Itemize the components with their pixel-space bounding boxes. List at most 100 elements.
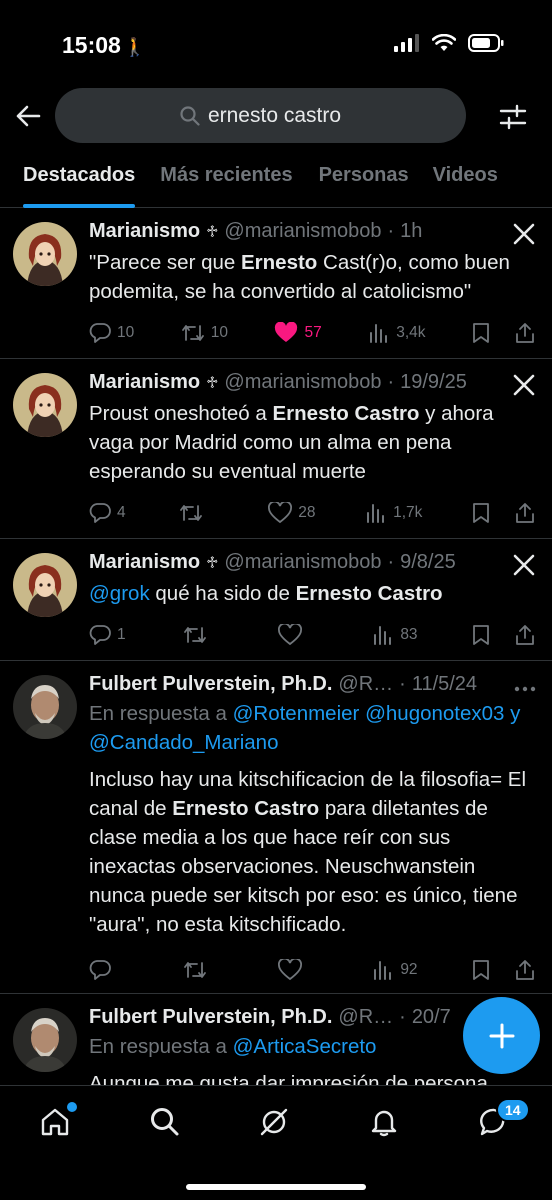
nav-notifications[interactable] [366,1104,402,1140]
sliders-icon [499,104,527,130]
repost-icon [184,627,207,643]
avatar[interactable] [13,373,77,437]
nav-home[interactable] [37,1102,77,1140]
search-header: ernesto castro [0,88,552,144]
home-indicator [186,1184,366,1190]
like-button[interactable] [277,624,318,646]
notification-dot [67,1102,77,1112]
reply-button[interactable]: 1 [89,624,129,646]
more-options-button[interactable] [514,679,536,697]
bookmark-icon[interactable] [472,959,490,981]
tweet-text: "Parece ser que Ernesto Cast(r)o, como b… [89,251,510,303]
grok-button[interactable] [512,553,536,582]
plus-icon [489,1023,514,1048]
repost-button[interactable]: 10 [181,322,228,344]
nav-explore[interactable] [147,1104,183,1140]
tweet[interactable]: Fulbert Pulverstein, Ph.D. @R… · 11/5/24 E… [0,661,552,994]
repost-button[interactable] [183,624,223,646]
mention-link[interactable]: @grok [89,582,150,605]
compose-button[interactable] [463,997,540,1074]
tweet-date[interactable]: 19/9/25 [400,371,467,394]
back-button[interactable] [14,102,42,130]
author-handle[interactable]: @R… [338,673,393,696]
views-button[interactable]: 83 [372,624,418,646]
author-handle[interactable]: @marianismobob [224,371,381,394]
share-icon[interactable] [514,502,536,524]
search-input[interactable]: ernesto castro [55,88,466,143]
avatar[interactable] [13,553,77,617]
mention-link[interactable]: @Rotenmeier [233,702,360,725]
nav-messages[interactable]: 14 [476,1098,530,1140]
author-handle[interactable]: @R… [338,1006,393,1029]
bookmark-icon[interactable] [472,322,490,344]
status-time: 15:08 🚶 [62,32,147,58]
grok-button[interactable] [512,222,536,251]
grok-slash-icon [260,1108,288,1136]
tweet-date[interactable]: 9/8/25 [400,551,456,574]
like-button[interactable]: 28 [268,502,315,524]
mention-link[interactable]: @hugonotex03 [365,702,504,725]
avatar[interactable] [13,222,77,286]
status-icons [394,34,504,52]
search-icon [180,105,200,126]
mention-link[interactable]: @Candado_Mariano [89,731,279,754]
views-icon [370,324,388,343]
author-name[interactable]: Marianismo [89,371,200,394]
author-handle[interactable]: @marianismobob [224,220,381,243]
tab-videos[interactable]: Videos [433,160,498,208]
cellular-signal-icon [394,34,419,52]
search-settings-button[interactable] [498,102,528,132]
views-icon [367,504,385,523]
views-count: 1,7k [393,504,423,521]
avatar[interactable] [13,675,77,739]
author-handle[interactable]: @marianismobob [224,551,381,574]
avatar[interactable] [13,1008,77,1072]
share-icon[interactable] [514,624,536,646]
bookmark-icon[interactable] [472,624,490,646]
grok-button[interactable] [512,373,536,402]
tab-destacados[interactable]: Destacados [23,160,136,208]
nav-grok[interactable] [256,1104,292,1140]
tweet-actions: 1 83 [89,608,536,662]
share-icon[interactable] [514,959,536,981]
like-button[interactable]: 57 [274,322,322,344]
share-icon[interactable] [514,322,536,344]
tweet-actions: 10 10 57 3,4k [89,306,536,360]
tweet[interactable]: Marianismo ♱ @marianismobob · 1h "Parece s… [0,208,552,359]
reply-button[interactable]: 10 [89,322,134,344]
like-button[interactable] [277,959,318,981]
grok-icon [513,374,535,396]
search-icon [151,1108,179,1136]
tweet[interactable]: Marianismo ♱ @marianismobob · 19/9/25 Prou… [0,359,552,539]
author-name[interactable]: Fulbert Pulverstein, Ph.D. [89,673,332,696]
heart-icon [277,959,302,981]
views-button[interactable]: 1,7k [365,502,422,524]
tweet-header: Marianismo ♱ @marianismobob · 9/8/25 [89,551,456,574]
views-count: 83 [400,626,418,643]
like-count: 28 [298,504,316,521]
mention-link[interactable]: @ArticaSecreto [233,1035,377,1058]
tweet-date[interactable]: 11/5/24 [412,673,477,696]
tweet-date[interactable]: 1h [400,220,422,243]
tweet-header: Marianismo ♱ @marianismobob · 1h [89,220,423,243]
reply-button[interactable] [89,959,129,981]
bookmark-icon[interactable] [472,502,490,524]
more-icon [514,686,536,692]
views-count: 92 [400,961,418,978]
author-name[interactable]: Fulbert Pulverstein, Ph.D. [89,1006,332,1029]
wifi-icon [432,34,456,51]
views-button[interactable]: 92 [372,959,418,981]
tab-mas-recientes[interactable]: Más recientes [160,160,292,208]
author-name[interactable]: Marianismo [89,220,200,243]
views-icon [374,626,392,645]
views-button[interactable]: 3,4k [368,322,426,344]
tweet-date[interactable]: 20/7 [412,1006,451,1029]
tab-personas[interactable]: Personas [319,160,409,208]
messages-badge: 14 [496,1098,530,1122]
reply-button[interactable]: 4 [89,502,129,524]
author-name[interactable]: Marianismo [89,551,200,574]
tweet[interactable]: Marianismo ♱ @marianismobob · 9/8/25 @grok… [0,539,552,661]
tweet-header: Fulbert Pulverstein, Ph.D. @R… · 11/5/24 [89,673,478,696]
repost-button[interactable] [179,502,219,524]
repost-button[interactable] [183,959,223,981]
